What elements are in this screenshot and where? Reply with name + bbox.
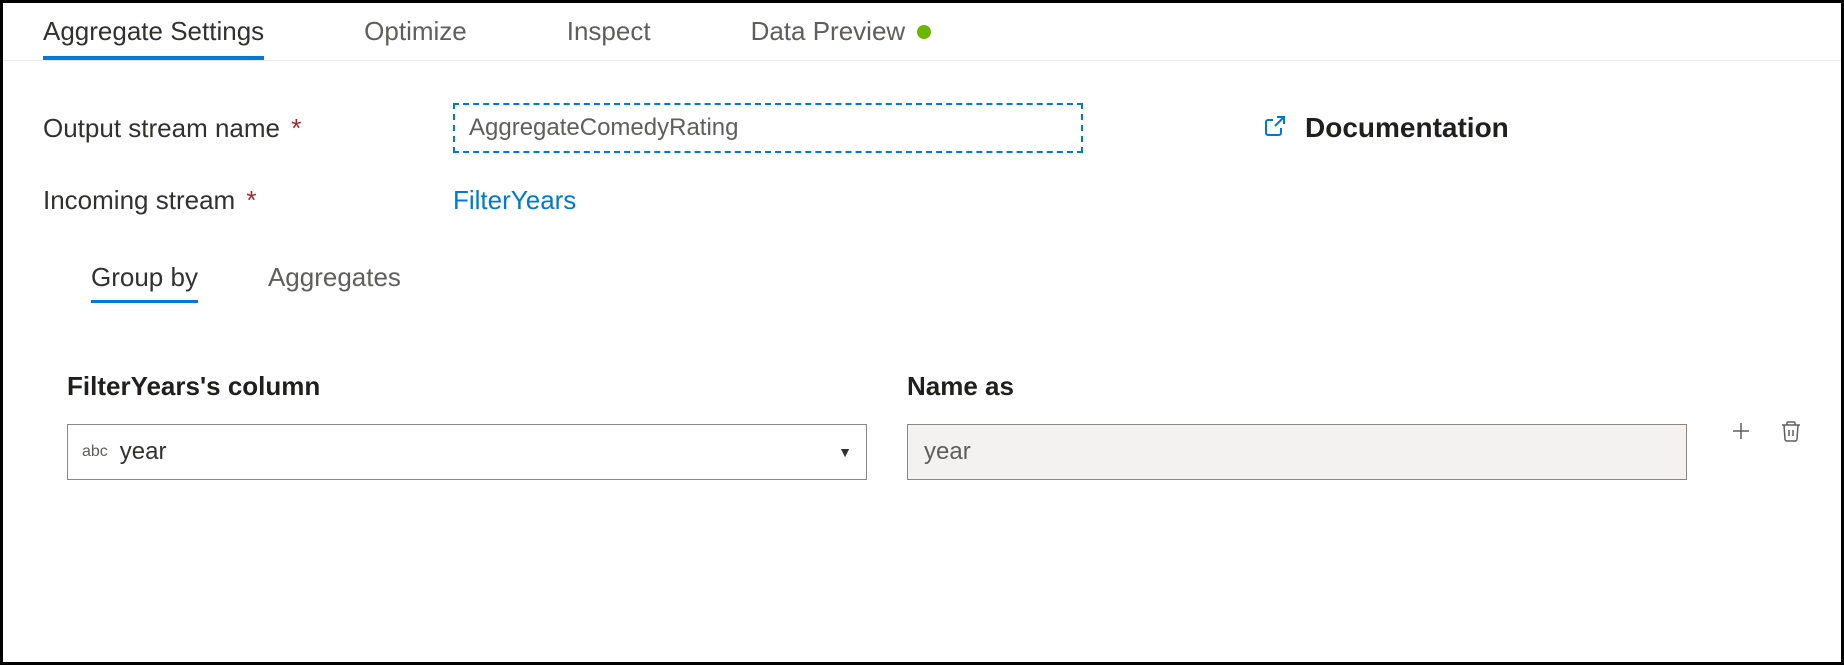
external-link-icon (1263, 114, 1287, 143)
dropdown-value: year (120, 438, 826, 466)
tab-label: Data Preview (751, 16, 906, 47)
type-badge: abc (82, 443, 108, 461)
required-asterisk: * (291, 113, 301, 143)
tab-aggregate-settings[interactable]: Aggregate Settings (43, 4, 264, 59)
content-area: Output stream name * Documentation Incom… (3, 61, 1841, 480)
label-text: Incoming stream (43, 185, 235, 215)
column-selector-col: FilterYears's column abc year ▼ (67, 371, 867, 480)
documentation-link[interactable]: Documentation (1263, 112, 1509, 144)
column-header: FilterYears's column (67, 371, 867, 402)
main-tabs: Aggregate Settings Optimize Inspect Data… (3, 3, 1841, 61)
required-asterisk: * (246, 185, 256, 215)
tab-inspect[interactable]: Inspect (567, 4, 651, 59)
delete-row-button[interactable] (1777, 419, 1805, 447)
output-stream-label: Output stream name * (43, 113, 453, 144)
sub-tabs: Group by Aggregates (43, 262, 1801, 301)
tab-label: Optimize (364, 16, 467, 47)
name-as-col: Name as (907, 371, 1687, 480)
name-as-header: Name as (907, 371, 1687, 402)
tab-data-preview[interactable]: Data Preview (751, 4, 932, 59)
column-dropdown[interactable]: abc year ▼ (67, 424, 867, 480)
name-as-input[interactable] (907, 424, 1687, 480)
subtab-aggregates[interactable]: Aggregates (268, 262, 401, 301)
status-dot-icon (917, 25, 931, 39)
tab-label: Aggregate Settings (43, 16, 264, 47)
subtab-label: Group by (91, 262, 198, 292)
incoming-stream-label: Incoming stream * (43, 185, 453, 216)
aggregate-settings-panel: Aggregate Settings Optimize Inspect Data… (0, 0, 1844, 665)
row-actions (1727, 419, 1805, 447)
subtab-group-by[interactable]: Group by (91, 262, 198, 301)
group-by-grid: FilterYears's column abc year ▼ Name as (43, 371, 1801, 480)
output-stream-input[interactable] (453, 103, 1083, 153)
chevron-down-icon: ▼ (838, 444, 852, 460)
output-stream-row: Output stream name * Documentation (43, 103, 1801, 153)
incoming-stream-value[interactable]: FilterYears (453, 185, 576, 216)
tab-optimize[interactable]: Optimize (364, 4, 467, 59)
documentation-label: Documentation (1305, 112, 1509, 144)
label-text: Output stream name (43, 113, 280, 143)
trash-icon (1779, 419, 1803, 448)
plus-icon (1729, 419, 1753, 448)
subtab-label: Aggregates (268, 262, 401, 292)
incoming-stream-row: Incoming stream * FilterYears (43, 185, 1801, 216)
add-row-button[interactable] (1727, 419, 1755, 447)
tab-label: Inspect (567, 16, 651, 47)
